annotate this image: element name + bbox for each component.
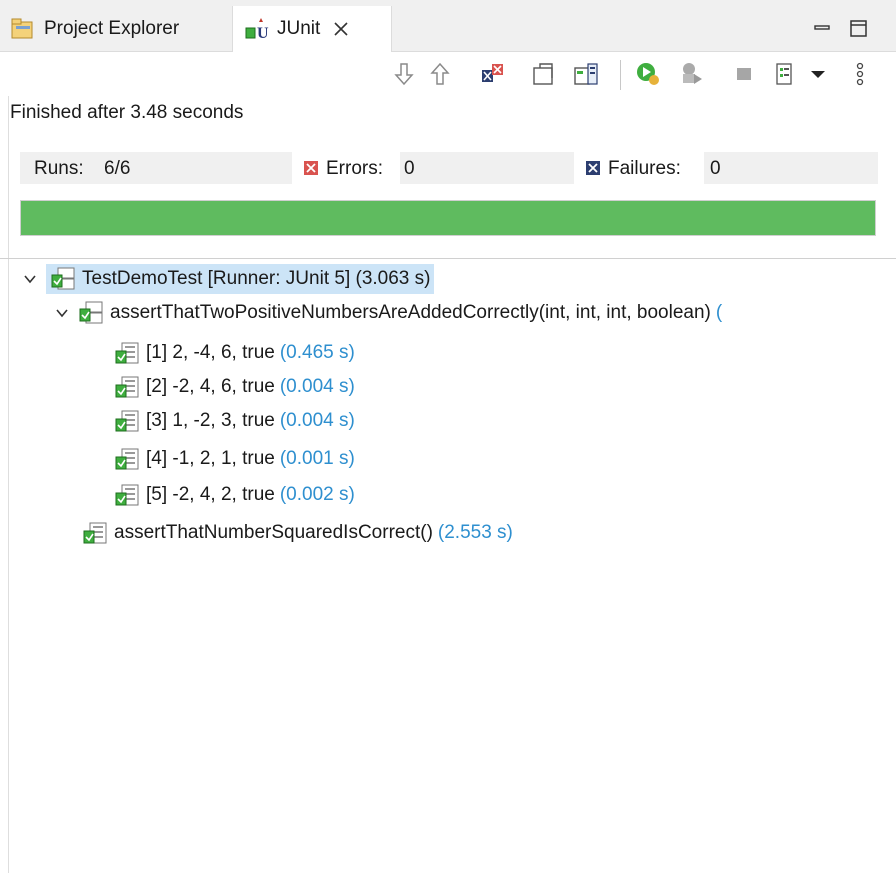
test-suite-passed-icon [51,267,75,290]
toolbar-separator [620,60,621,90]
show-failures-only-icon[interactable] [478,60,506,88]
test-passed-icon [115,376,139,398]
minimize-icon[interactable] [812,18,834,40]
case-time: (0.465 s) [279,342,355,363]
tree-node-case[interactable]: [4] -1, 2, 1, true (0.001 s) [114,444,355,474]
tab-label: JUnit [277,18,321,39]
test-counters: Runs: 6/6 Errors: 0 Failures: 0 [0,152,896,186]
case-label: [2] -2, 4, 6, true [146,376,275,397]
squared-time: (2.553 s) [437,522,513,543]
runs-value: 6/6 [104,158,131,179]
tree-node-squared[interactable]: assertThatNumberSquaredIsCorrect() (2.55… [82,518,513,548]
rerun-failures-first-icon[interactable] [678,60,706,88]
junit-icon: U [245,18,269,42]
failures-counter: Failures: 0 [582,152,878,184]
case-label: [4] -1, 2, 1, true [146,448,275,469]
scroll-lock-icon[interactable] [530,60,558,88]
junit-toolbar [0,52,896,96]
stop-icon[interactable] [730,60,758,88]
test-progress-bar [20,200,876,236]
maximize-icon[interactable] [848,18,870,40]
divider [0,258,896,259]
case-time: (0.004 s) [279,376,355,397]
errors-value: 0 [404,158,415,179]
case-time: (0.004 s) [279,410,355,431]
test-passed-icon [115,342,139,364]
tab-label: Project Explorer [44,18,180,39]
error-icon [304,161,318,175]
tab-project-explorer[interactable]: Project Explorer [0,6,232,52]
test-passed-icon [115,410,139,432]
view-menu-icon[interactable] [846,60,874,88]
test-passed-icon [83,522,107,544]
tree-node-param-suite[interactable]: assertThatTwoPositiveNumbersAreAddedCorr… [54,298,722,328]
chevron-down-icon[interactable] [54,305,70,321]
runs-label: Runs: [34,158,84,179]
previous-failure-icon[interactable] [426,60,454,88]
param-suite-time: ( [715,302,723,323]
tree-node-case[interactable]: [3] 1, -2, 3, true (0.004 s) [114,406,355,436]
tree-node-case[interactable]: [2] -2, 4, 6, true (0.004 s) [114,372,355,402]
test-passed-icon [115,484,139,506]
chevron-down-icon[interactable] [804,60,832,88]
close-icon[interactable] [332,20,350,38]
failures-value: 0 [710,158,721,179]
errors-label: Errors: [326,158,383,179]
rerun-test-icon[interactable] [634,60,662,88]
failures-label: Failures: [608,158,681,179]
failures-value-box [704,152,878,184]
runs-counter: Runs: 6/6 [20,152,292,184]
param-suite-label: assertThatTwoPositiveNumbersAreAddedCorr… [110,302,711,323]
test-passed-icon [115,448,139,470]
panel-border [8,96,9,873]
case-label: [3] 1, -2, 3, true [146,410,275,431]
root-label: TestDemoTest [Runner: JUnit 5] (3.063 s) [82,268,431,289]
case-label: [5] -2, 4, 2, true [146,484,275,505]
errors-counter: Errors: 0 [300,152,574,184]
case-label: [1] 2, -4, 6, true [146,342,275,363]
errors-value-box [400,152,574,184]
view-tab-bar: Project Explorer U JUnit [0,0,896,52]
test-history-icon[interactable] [572,60,600,88]
chevron-down-icon[interactable] [22,271,38,287]
tree-node-case[interactable]: [5] -2, 4, 2, true (0.002 s) [114,480,355,510]
history-dropdown-icon[interactable] [772,60,800,88]
tab-junit[interactable]: U JUnit [232,6,392,52]
case-time: (0.001 s) [279,448,355,469]
project-folder-icon [11,18,33,39]
failure-icon [586,161,600,175]
case-time: (0.002 s) [279,484,355,505]
status-message: Finished after 3.48 seconds [10,102,244,123]
tree-node-root[interactable]: TestDemoTest [Runner: JUnit 5] (3.063 s) [22,264,435,294]
next-failure-icon[interactable] [390,60,418,88]
svg-text:U: U [257,25,269,42]
squared-label: assertThatNumberSquaredIsCorrect() [114,522,433,543]
root-label-wrap: TestDemoTest [Runner: JUnit 5] (3.063 s) [46,264,435,294]
tree-node-case[interactable]: [1] 2, -4, 6, true (0.465 s) [114,338,355,368]
test-suite-passed-icon [79,301,103,324]
